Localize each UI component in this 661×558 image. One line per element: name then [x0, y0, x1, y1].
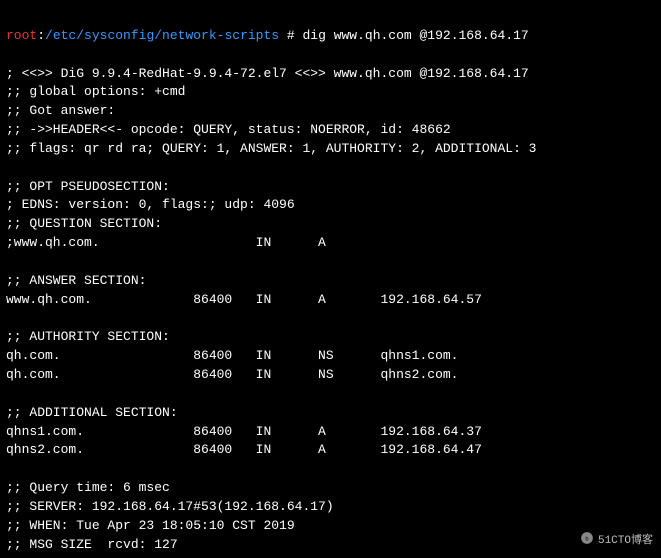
output-line: www.qh.com. 86400 IN A 192.168.64.57 — [6, 292, 482, 307]
output-line: ;; ADDITIONAL SECTION: — [6, 405, 178, 420]
logo-icon: b — [580, 531, 594, 552]
output-line: ;; ->>HEADER<<- opcode: QUERY, status: N… — [6, 122, 451, 137]
output-line: ;; QUESTION SECTION: — [6, 216, 162, 231]
output-line: ;; WHEN: Tue Apr 23 18:05:10 CST 2019 — [6, 518, 295, 533]
output-line: ; EDNS: version: 0, flags:; udp: 4096 — [6, 197, 295, 212]
prompt-hash: # — [279, 28, 302, 43]
output-line: qhns2.com. 86400 IN A 192.168.64.47 — [6, 442, 482, 457]
terminal[interactable]: root:/etc/sysconfig/network-scripts # di… — [0, 0, 661, 558]
watermark-text: 51CTO博客 — [598, 534, 653, 550]
output-line: ;www.qh.com. IN A — [6, 235, 326, 250]
output-line: ;; AUTHORITY SECTION: — [6, 329, 170, 344]
output-line: ; <<>> DiG 9.9.4-RedHat-9.9.4-72.el7 <<>… — [6, 66, 529, 81]
command-text: dig www.qh.com @192.168.64.17 — [302, 28, 528, 43]
prompt-sep: : — [37, 28, 45, 43]
output-line: ;; flags: qr rd ra; QUERY: 1, ANSWER: 1,… — [6, 141, 537, 156]
output-line: qh.com. 86400 IN NS qhns1.com. — [6, 348, 458, 363]
output-line: ;; ANSWER SECTION: — [6, 273, 146, 288]
output-line: ;; Query time: 6 msec — [6, 480, 170, 495]
output-line: ;; MSG SIZE rcvd: 127 — [6, 537, 178, 552]
output-line: ;; Got answer: — [6, 103, 115, 118]
prompt-user: root — [6, 28, 37, 43]
output-line: ;; global options: +cmd — [6, 84, 185, 99]
output-line: qh.com. 86400 IN NS qhns2.com. — [6, 367, 458, 382]
watermark: b 51CTO博客 — [580, 531, 653, 552]
prompt: root:/etc/sysconfig/network-scripts # di… — [6, 28, 529, 43]
prompt-path: /etc/sysconfig/network-scripts — [45, 28, 279, 43]
svg-text:b: b — [585, 535, 589, 542]
output-line: ;; OPT PSEUDOSECTION: — [6, 179, 170, 194]
output-line: ;; SERVER: 192.168.64.17#53(192.168.64.1… — [6, 499, 334, 514]
output-line: qhns1.com. 86400 IN A 192.168.64.37 — [6, 424, 482, 439]
